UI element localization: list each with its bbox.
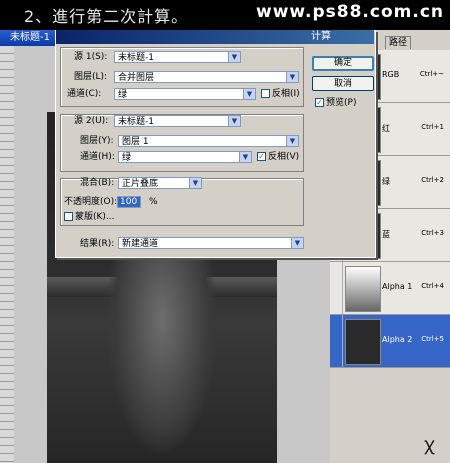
- blend-label: 混合(B):: [80, 178, 115, 188]
- source2-layer-select[interactable]: 图层 1 ▼: [118, 135, 299, 147]
- image-figure: [107, 232, 217, 452]
- source1-label: 源 1(S):: [74, 52, 108, 62]
- result-select[interactable]: 新建通道 ▼: [118, 237, 304, 249]
- channel-shortcut: Ctrl+3: [421, 229, 444, 237]
- channel-name: RGB: [382, 70, 400, 79]
- channel-shortcut: Ctrl+1: [421, 123, 444, 131]
- chevron-down-icon: ▼: [286, 72, 298, 82]
- source2-layer-label: 图层(Y):: [80, 136, 114, 146]
- source2-invert-checkbox[interactable]: ✓: [257, 152, 266, 161]
- channel-shortcut: Ctrl+~: [419, 70, 444, 78]
- chevron-down-icon: ▼: [239, 152, 251, 162]
- channel-name: Alpha 2: [382, 335, 413, 344]
- channel-name: 绿: [382, 177, 390, 186]
- mask-label: 蒙版(K)...: [75, 212, 115, 222]
- vertical-ruler: [0, 46, 14, 463]
- panel-tabs: 路径: [369, 36, 450, 49]
- blend-mode-value: 正片叠底: [122, 179, 159, 189]
- chevron-down-icon: ▼: [286, 136, 298, 146]
- channel-row-alpha-1[interactable]: Alpha 1 Ctrl+4: [330, 262, 450, 315]
- site-watermark: www.ps88.com.cn: [256, 2, 444, 22]
- dialog-titlebar[interactable]: 计算: [56, 30, 374, 44]
- source2-layer-value: 图层 1: [122, 137, 149, 147]
- source1-channel-select[interactable]: 绿 ▼: [114, 88, 256, 100]
- channel-shortcut: Ctrl+2: [421, 176, 444, 184]
- source2-invert-label: 反相(V): [268, 152, 300, 162]
- source1-layer-select[interactable]: 合并图层 ▼: [114, 71, 299, 83]
- channel-row-alpha-2[interactable]: Alpha 2 Ctrl+5: [330, 315, 450, 368]
- channel-thumbnail: [345, 266, 381, 312]
- blend-mode-select[interactable]: 正片叠底 ▼: [118, 177, 202, 189]
- channel-name: Alpha 1: [382, 282, 413, 291]
- channel-thumbnail: [345, 319, 381, 365]
- source2-file-select[interactable]: 未标题-1 ▼: [114, 115, 241, 127]
- source1-channel-value: 绿: [118, 90, 128, 100]
- tab-paths[interactable]: 路径: [385, 36, 412, 49]
- chevron-down-icon: ▼: [189, 178, 201, 188]
- source1-layer-value: 合并图层: [118, 73, 155, 83]
- source1-channel-label: 通道(C):: [67, 89, 102, 99]
- signature-mark: ꭓ: [424, 434, 434, 455]
- eye-icon[interactable]: [332, 315, 343, 367]
- chevron-down-icon: ▼: [291, 238, 303, 248]
- mask-checkbox[interactable]: [64, 212, 73, 221]
- opacity-input[interactable]: 100: [117, 196, 141, 208]
- ok-button[interactable]: 确定: [312, 56, 374, 71]
- dialog-title: 计算: [311, 31, 331, 42]
- channel-shortcut: Ctrl+5: [421, 335, 444, 343]
- opacity-unit: %: [149, 197, 158, 207]
- source2-file-value: 未标题-1: [118, 117, 154, 127]
- step-caption: 2、進行第二次計算。: [24, 7, 189, 26]
- preview-checkbox[interactable]: ✓: [315, 98, 324, 107]
- chevron-down-icon: ▼: [243, 89, 255, 99]
- source1-file-value: 未标题-1: [118, 53, 154, 63]
- chevron-down-icon: ▼: [228, 52, 240, 62]
- chevron-down-icon: ▼: [228, 116, 240, 126]
- channel-name: 蓝: [382, 230, 390, 239]
- source2-label: 源 2(U):: [74, 116, 109, 126]
- preview-label: 预览(P): [326, 98, 357, 108]
- source2-channel-select[interactable]: 绿 ▼: [118, 151, 252, 163]
- cancel-button[interactable]: 取消: [312, 76, 374, 91]
- result-value: 新建通道: [122, 239, 159, 249]
- tutorial-banner: 2、進行第二次計算。 www.ps88.com.cn: [0, 0, 450, 30]
- source1-file-select[interactable]: 未标题-1 ▼: [114, 51, 241, 63]
- visibility-toggle[interactable]: [332, 262, 343, 314]
- source2-channel-value: 绿: [122, 153, 132, 163]
- source2-channel-label: 通道(H):: [80, 152, 115, 162]
- source1-invert-checkbox[interactable]: [261, 89, 270, 98]
- source1-layer-label: 图层(L):: [74, 72, 108, 82]
- result-label: 结果(R):: [80, 239, 115, 249]
- opacity-label: 不透明度(O):: [64, 197, 118, 207]
- channel-shortcut: Ctrl+4: [421, 282, 444, 290]
- source1-invert-label: 反相(I): [272, 89, 300, 99]
- channel-name: 红: [382, 124, 390, 133]
